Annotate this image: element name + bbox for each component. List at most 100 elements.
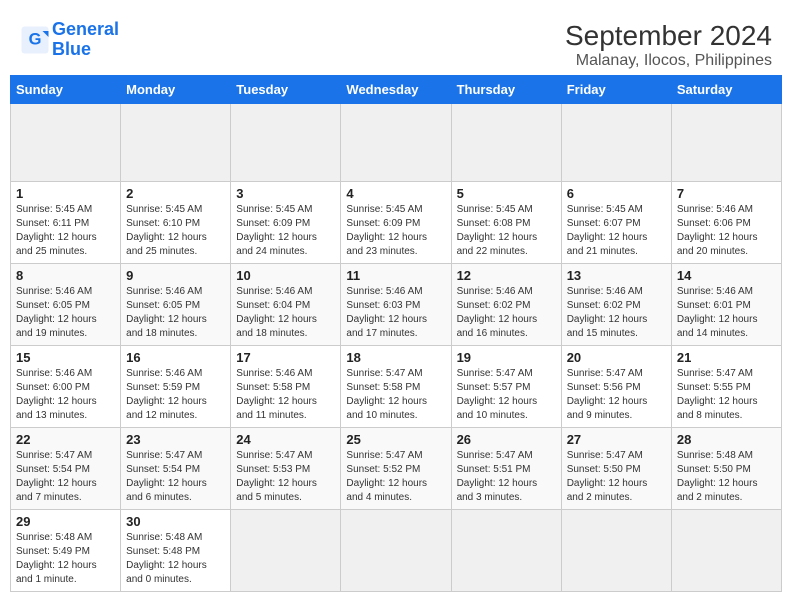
calendar-cell: 15 Sunrise: 5:46 AM Sunset: 6:00 PM Dayli… — [11, 346, 121, 428]
calendar-cell: 16Sunrise: 5:46 AM Sunset: 5:59 PM Dayli… — [121, 346, 231, 428]
calendar-table: SundayMondayTuesdayWednesdayThursdayFrid… — [10, 75, 782, 592]
calendar-cell: 2 Sunrise: 5:45 AM Sunset: 6:10 PM Daylig… — [121, 182, 231, 264]
calendar-cell: 23 Sunrise: 5:47 AM Sunset: 5:54 PM Dayli… — [121, 428, 231, 510]
day-number: 16 — [126, 350, 225, 365]
day-info: Sunrise: 5:45 AM Sunset: 6:09 PM Dayligh… — [346, 203, 445, 259]
day-info: Sunrise: 5:46 AM Sunset: 6:01 PM Dayligh… — [677, 285, 776, 341]
day-info: Sunrise: 5:47 AM Sunset: 5:55 PM Dayligh… — [677, 367, 776, 423]
day-number: 14 — [677, 268, 776, 283]
day-number: 18 — [346, 350, 445, 365]
day-info: Sunrise: 5:46 AM Sunset: 6:03 PM Dayligh… — [346, 285, 445, 341]
calendar-week-row: 1 Sunrise: 5:45 AM Sunset: 6:11 PM Daylig… — [11, 182, 782, 264]
day-info: Sunrise: 5:45 AM Sunset: 6:11 PM Dayligh… — [16, 203, 115, 259]
logo: G GeneralBlue — [20, 20, 119, 60]
calendar-cell — [561, 104, 671, 182]
weekday-header: Wednesday — [341, 76, 451, 104]
calendar-cell: 17 Sunrise: 5:46 AM Sunset: 5:58 PM Dayli… — [231, 346, 341, 428]
calendar-week-row: 29Sunrise: 5:48 AM Sunset: 5:49 PM Dayli… — [11, 510, 782, 592]
calendar-week-row: 22 Sunrise: 5:47 AM Sunset: 5:54 PM Dayli… — [11, 428, 782, 510]
day-number: 27 — [567, 432, 666, 447]
day-number: 15 — [16, 350, 115, 365]
calendar-cell: 12 Sunrise: 5:46 AM Sunset: 6:02 PM Dayli… — [451, 264, 561, 346]
calendar-cell: 25 Sunrise: 5:47 AM Sunset: 5:52 PM Dayli… — [341, 428, 451, 510]
calendar-cell: 30 Sunrise: 5:48 AM Sunset: 5:48 PM Dayli… — [121, 510, 231, 592]
day-info: Sunrise: 5:46 AM Sunset: 6:02 PM Dayligh… — [457, 285, 556, 341]
calendar-cell: 4 Sunrise: 5:45 AM Sunset: 6:09 PM Daylig… — [341, 182, 451, 264]
calendar-cell: 9Sunrise: 5:46 AM Sunset: 6:05 PM Daylig… — [121, 264, 231, 346]
logo-icon: G — [20, 25, 50, 55]
day-number: 20 — [567, 350, 666, 365]
calendar-cell — [671, 510, 781, 592]
calendar-cell: 20 Sunrise: 5:47 AM Sunset: 5:56 PM Dayli… — [561, 346, 671, 428]
day-number: 6 — [567, 186, 666, 201]
day-info: Sunrise: 5:47 AM Sunset: 5:57 PM Dayligh… — [457, 367, 556, 423]
calendar-cell: 5 Sunrise: 5:45 AM Sunset: 6:08 PM Daylig… — [451, 182, 561, 264]
day-number: 30 — [126, 514, 225, 529]
location-title: Malanay, Ilocos, Philippines — [565, 52, 772, 70]
day-number: 22 — [16, 432, 115, 447]
day-number: 9 — [126, 268, 225, 283]
calendar-cell: 13Sunrise: 5:46 AM Sunset: 6:02 PM Dayli… — [561, 264, 671, 346]
calendar-cell — [231, 104, 341, 182]
day-number: 4 — [346, 186, 445, 201]
day-info: Sunrise: 5:45 AM Sunset: 6:09 PM Dayligh… — [236, 203, 335, 259]
day-number: 25 — [346, 432, 445, 447]
day-number: 11 — [346, 268, 445, 283]
calendar-cell — [561, 510, 671, 592]
weekday-header: Thursday — [451, 76, 561, 104]
day-number: 17 — [236, 350, 335, 365]
day-info: Sunrise: 5:47 AM Sunset: 5:51 PM Dayligh… — [457, 449, 556, 505]
day-number: 23 — [126, 432, 225, 447]
weekday-header-row: SundayMondayTuesdayWednesdayThursdayFrid… — [11, 76, 782, 104]
weekday-header: Monday — [121, 76, 231, 104]
calendar-cell: 19Sunrise: 5:47 AM Sunset: 5:57 PM Dayli… — [451, 346, 561, 428]
weekday-header: Tuesday — [231, 76, 341, 104]
calendar-cell: 22 Sunrise: 5:47 AM Sunset: 5:54 PM Dayli… — [11, 428, 121, 510]
day-number: 7 — [677, 186, 776, 201]
title-block: September 2024 Malanay, Ilocos, Philippi… — [565, 20, 772, 70]
calendar-cell — [231, 510, 341, 592]
day-info: Sunrise: 5:48 AM Sunset: 5:49 PM Dayligh… — [16, 531, 115, 587]
day-info: Sunrise: 5:48 AM Sunset: 5:50 PM Dayligh… — [677, 449, 776, 505]
calendar-cell — [341, 510, 451, 592]
day-info: Sunrise: 5:45 AM Sunset: 6:08 PM Dayligh… — [457, 203, 556, 259]
day-info: Sunrise: 5:47 AM Sunset: 5:50 PM Dayligh… — [567, 449, 666, 505]
day-info: Sunrise: 5:47 AM Sunset: 5:56 PM Dayligh… — [567, 367, 666, 423]
day-info: Sunrise: 5:46 AM Sunset: 5:58 PM Dayligh… — [236, 367, 335, 423]
page-header: G GeneralBlue September 2024 Malanay, Il… — [10, 10, 782, 75]
weekday-header: Sunday — [11, 76, 121, 104]
day-info: Sunrise: 5:45 AM Sunset: 6:10 PM Dayligh… — [126, 203, 225, 259]
svg-text:G: G — [29, 30, 42, 48]
calendar-week-row — [11, 104, 782, 182]
day-number: 8 — [16, 268, 115, 283]
calendar-cell: 7Sunrise: 5:46 AM Sunset: 6:06 PM Daylig… — [671, 182, 781, 264]
calendar-cell: 24Sunrise: 5:47 AM Sunset: 5:53 PM Dayli… — [231, 428, 341, 510]
weekday-header: Saturday — [671, 76, 781, 104]
calendar-cell: 28 Sunrise: 5:48 AM Sunset: 5:50 PM Dayli… — [671, 428, 781, 510]
calendar-week-row: 15 Sunrise: 5:46 AM Sunset: 6:00 PM Dayli… — [11, 346, 782, 428]
month-title: September 2024 — [565, 20, 772, 52]
calendar-cell: 26Sunrise: 5:47 AM Sunset: 5:51 PM Dayli… — [451, 428, 561, 510]
day-info: Sunrise: 5:46 AM Sunset: 6:00 PM Dayligh… — [16, 367, 115, 423]
day-number: 2 — [126, 186, 225, 201]
day-info: Sunrise: 5:47 AM Sunset: 5:54 PM Dayligh… — [126, 449, 225, 505]
calendar-cell — [341, 104, 451, 182]
weekday-header: Friday — [561, 76, 671, 104]
day-info: Sunrise: 5:46 AM Sunset: 6:04 PM Dayligh… — [236, 285, 335, 341]
calendar-cell — [671, 104, 781, 182]
day-number: 24 — [236, 432, 335, 447]
day-number: 5 — [457, 186, 556, 201]
day-info: Sunrise: 5:46 AM Sunset: 6:05 PM Dayligh… — [16, 285, 115, 341]
day-number: 12 — [457, 268, 556, 283]
calendar-cell: 8 Sunrise: 5:46 AM Sunset: 6:05 PM Daylig… — [11, 264, 121, 346]
day-number: 28 — [677, 432, 776, 447]
calendar-cell: 1 Sunrise: 5:45 AM Sunset: 6:11 PM Daylig… — [11, 182, 121, 264]
day-info: Sunrise: 5:48 AM Sunset: 5:48 PM Dayligh… — [126, 531, 225, 587]
day-number: 21 — [677, 350, 776, 365]
day-number: 3 — [236, 186, 335, 201]
day-number: 1 — [16, 186, 115, 201]
calendar-week-row: 8 Sunrise: 5:46 AM Sunset: 6:05 PM Daylig… — [11, 264, 782, 346]
calendar-cell: 14 Sunrise: 5:46 AM Sunset: 6:01 PM Dayli… — [671, 264, 781, 346]
day-info: Sunrise: 5:47 AM Sunset: 5:54 PM Dayligh… — [16, 449, 115, 505]
day-info: Sunrise: 5:47 AM Sunset: 5:52 PM Dayligh… — [346, 449, 445, 505]
